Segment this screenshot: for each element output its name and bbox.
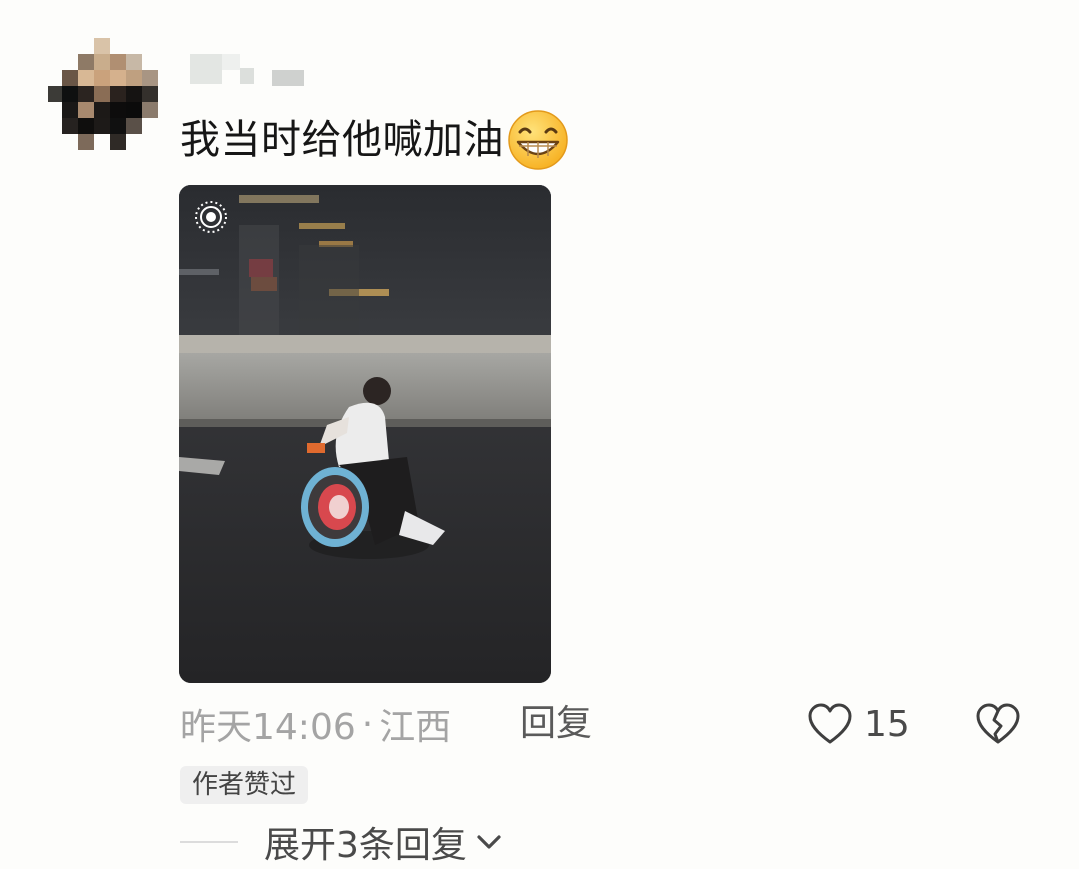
live-photo-icon [193, 199, 229, 235]
comment-body: 我当时给他喊加油 [180, 117, 504, 163]
like-button[interactable]: 15 [806, 700, 910, 748]
dislike-button[interactable] [974, 702, 1022, 746]
comment-meta: 昨天14:06 · 江西 [180, 700, 452, 749]
avatar[interactable] [48, 38, 160, 150]
expand-replies-button[interactable]: 展开3条回复 [264, 816, 503, 868]
divider-line [180, 841, 238, 843]
heart-outline-icon [808, 703, 852, 744]
like-count: 15 [864, 703, 910, 745]
comment-timestamp: 昨天14:06 [180, 707, 356, 748]
author-liked-badge: 作者赞过 [180, 766, 309, 804]
comment-text: 我当时给他喊加油 [180, 108, 570, 172]
expand-replies-label: 展开3条回复 [264, 825, 467, 866]
username-mosaic[interactable] [190, 54, 310, 88]
grinning-face-emoji-icon [506, 108, 570, 172]
broken-heart-icon [976, 703, 1020, 744]
meta-separator: · [361, 703, 374, 745]
comment-location: 江西 [379, 707, 452, 748]
chevron-down-icon [477, 835, 501, 849]
expand-replies-row: 展开3条回复 [180, 818, 503, 866]
reply-button[interactable]: 回复 [520, 700, 592, 748]
comment-item: 我当时给他喊加油 昨天14:06 · 江西 回复 15 作者赞过 展开3条回复 [0, 0, 1079, 869]
photo-attachment[interactable] [179, 185, 551, 683]
